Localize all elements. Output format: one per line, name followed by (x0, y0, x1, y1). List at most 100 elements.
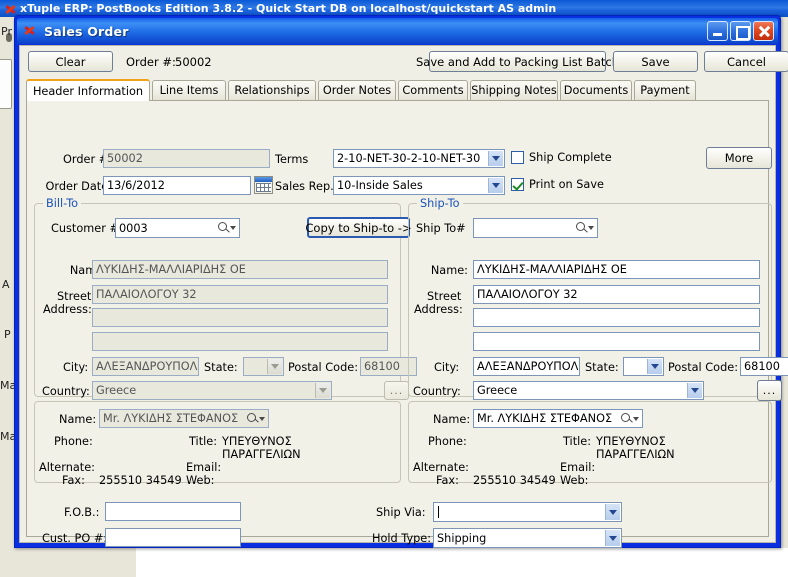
bill-contact-title-value-2: ΠΑΡΑΓΓΕΛΙΩΝ (222, 448, 301, 461)
close-icon[interactable] (753, 21, 774, 41)
bg-fragment-a: A (2, 278, 10, 291)
ship-state-combo[interactable] (623, 357, 664, 376)
maximize-icon[interactable] (730, 21, 751, 41)
bill-city-field: ΑΛΕΞΑΝΔΡΟΥΠΟΛΗ (92, 357, 199, 376)
ship-name-field[interactable]: ΛΥΚΙΔΗΣ-ΜΑΛΛΙΑΡΙΔΗΣ ΟΕ (473, 260, 760, 279)
terms-combo[interactable]: 2-10-NET-30-2-10-NET-30 (333, 149, 505, 168)
minimize-icon[interactable] (707, 21, 728, 41)
search-icon[interactable] (576, 222, 594, 234)
search-icon[interactable] (621, 412, 639, 425)
tab-header-information[interactable]: Header Information (26, 79, 150, 101)
order-number-field: 50002 (103, 149, 270, 168)
ship-city-label: City: (434, 361, 460, 374)
ship-to-contact-panel: Name: Mr. ΛΥΚΙΔΗΣ ΣΤΕΦΑΝΟΣ Phone: Title:… (408, 401, 772, 487)
ship-address-line-1[interactable]: ΠΑΛΑΙΟΛΟΓΟΥ 32 (473, 285, 760, 304)
ship-contact-fax-value: 255510 34549 (473, 474, 556, 487)
toolbar-order-number-value: 50002 (175, 55, 212, 69)
ship-country-combo[interactable]: Greece (473, 381, 704, 400)
print-on-save-row[interactable]: Print on Save (511, 178, 604, 191)
header-tabs: Header Information Line Items Relationsh… (26, 79, 769, 101)
bg-fragment-pr: Pr (1, 25, 12, 38)
order-date-field[interactable]: 13/6/2012 (103, 176, 251, 195)
ship-contact-name-label: Name: (433, 413, 471, 426)
ship-city-field[interactable]: ΑΛΕΞΑΝΔΡΟΥΠΟΛΗ (473, 357, 580, 376)
ship-name-label: Name: (430, 264, 468, 277)
bill-contact-fax-value: 255510 34549 (99, 474, 182, 487)
app-title-text: xTuple ERP: PostBooks Edition 3.8.2 - Qu… (20, 2, 557, 15)
bill-contact-fax-label: Fax: (62, 474, 85, 487)
tab-shipping-notes[interactable]: Shipping Notes (470, 80, 558, 100)
xtuple-logo-icon (4, 3, 16, 15)
bill-state-label: State: (204, 361, 238, 374)
sales-order-client-area: Clear Order #: 50002 Save and Add to Pac… (19, 45, 788, 548)
bill-city-label: City: (63, 361, 89, 374)
bill-country-value: Greece (96, 384, 137, 397)
chevron-down-icon[interactable] (605, 530, 620, 546)
chevron-down-icon[interactable] (687, 383, 702, 398)
hold-type-label: Hold Type: (372, 532, 432, 545)
ship-contact-title-value-2: ΠΑΡΑΓΓΕΛΙΩΝ (596, 448, 675, 461)
search-icon (247, 412, 265, 425)
save-and-add-to-packing-list-batch-button[interactable]: Save and Add to Packing List Batch (416, 51, 619, 72)
bill-to-contact-panel: Name: Mr. ΛΥΚΙΔΗΣ ΣΤΕΦΑΝΟΣ Phone: Title:… (34, 401, 401, 487)
ship-address-more-button[interactable]: ... (757, 380, 782, 401)
bill-customer-value: 0003 (119, 221, 148, 235)
sales-rep-combo[interactable]: 10-Inside Sales (333, 176, 505, 195)
bg-fragment-p: P (4, 328, 11, 341)
clear-button[interactable]: Clear (28, 51, 113, 72)
ship-via-combo[interactable] (433, 502, 622, 522)
ship-to-number-field[interactable] (473, 218, 598, 238)
chevron-down-icon[interactable] (488, 178, 503, 193)
bill-customer-label: Customer #: (51, 222, 123, 235)
ship-contact-name-value: Mr. ΛΥΚΙΔΗΣ ΣΤΕΦΑΝΟΣ (477, 412, 613, 425)
more-button[interactable]: More (706, 147, 772, 169)
chevron-down-icon (315, 383, 330, 398)
ship-state-label: State: (585, 361, 619, 374)
ship-street-label-line2: Address: (414, 303, 463, 316)
tab-line-items[interactable]: Line Items (152, 80, 226, 100)
bill-street-label-line2: Address: (43, 303, 92, 316)
bill-customer-field[interactable]: 0003 (115, 218, 240, 238)
sales-order-window: Sales Order Clear Order #: 50002 Save an… (14, 15, 788, 548)
search-icon[interactable] (218, 222, 236, 234)
bill-contact-alternate-label: Alternate: (39, 461, 95, 474)
tab-order-notes[interactable]: Order Notes (318, 80, 396, 100)
save-button[interactable]: Save (613, 51, 698, 72)
cancel-button[interactable]: Cancel (704, 51, 788, 72)
toolbar-order-number-label: Order #: (126, 55, 176, 69)
ship-complete-checkbox[interactable] (511, 151, 524, 164)
ship-complete-row[interactable]: Ship Complete (511, 151, 612, 164)
bill-address-line-3 (92, 332, 388, 351)
cust-po-label: Cust. PO #: (42, 532, 108, 545)
ship-country-value: Greece (477, 384, 518, 397)
bill-name-field: ΛΥΚΙΔΗΣ-ΜΑΛΛΙΑΡΙΔΗΣ ΟΕ (92, 260, 388, 279)
chevron-down-icon[interactable] (488, 151, 503, 166)
ship-complete-label: Ship Complete (529, 151, 612, 164)
print-on-save-label: Print on Save (529, 178, 604, 191)
bill-contact-title-label: Title: (189, 435, 218, 448)
fob-field[interactable] (105, 502, 241, 521)
tab-comments[interactable]: Comments (398, 80, 468, 100)
ship-contact-name-field[interactable]: Mr. ΛΥΚΙΔΗΣ ΣΤΕΦΑΝΟΣ (473, 409, 643, 428)
cust-po-field[interactable] (105, 528, 241, 547)
ship-contact-email-label: Email: (560, 461, 596, 474)
ship-to-number-label: Ship To# (416, 222, 466, 235)
ship-address-line-2[interactable] (473, 308, 760, 327)
tab-relationships[interactable]: Relationships (228, 80, 316, 100)
tab-payment[interactable]: Payment (634, 80, 696, 100)
sales-order-titlebar[interactable]: Sales Order (17, 18, 778, 44)
chevron-down-icon[interactable] (605, 504, 620, 520)
ship-address-line-3[interactable] (473, 332, 760, 351)
terms-label: Terms (275, 153, 309, 166)
print-on-save-checkbox[interactable] (511, 178, 524, 191)
hold-type-value: Shipping (437, 531, 487, 545)
tab-documents[interactable]: Documents (560, 80, 632, 100)
chevron-down-icon[interactable] (647, 359, 662, 374)
ship-to-group: Ship-To Ship To# Name: ΛΥΚΙΔΗΣ-ΜΑΛΛΙΑΡΙΔ… (408, 197, 788, 401)
bill-country-combo: Greece (92, 381, 332, 400)
ship-postal-field[interactable]: 68100 (740, 357, 788, 376)
calendar-icon[interactable] (254, 176, 273, 194)
hold-type-combo[interactable]: Shipping (433, 528, 622, 548)
copy-to-ship-to-button[interactable]: Copy to Ship-to -> (305, 217, 412, 238)
ship-country-label: Country: (413, 385, 461, 398)
